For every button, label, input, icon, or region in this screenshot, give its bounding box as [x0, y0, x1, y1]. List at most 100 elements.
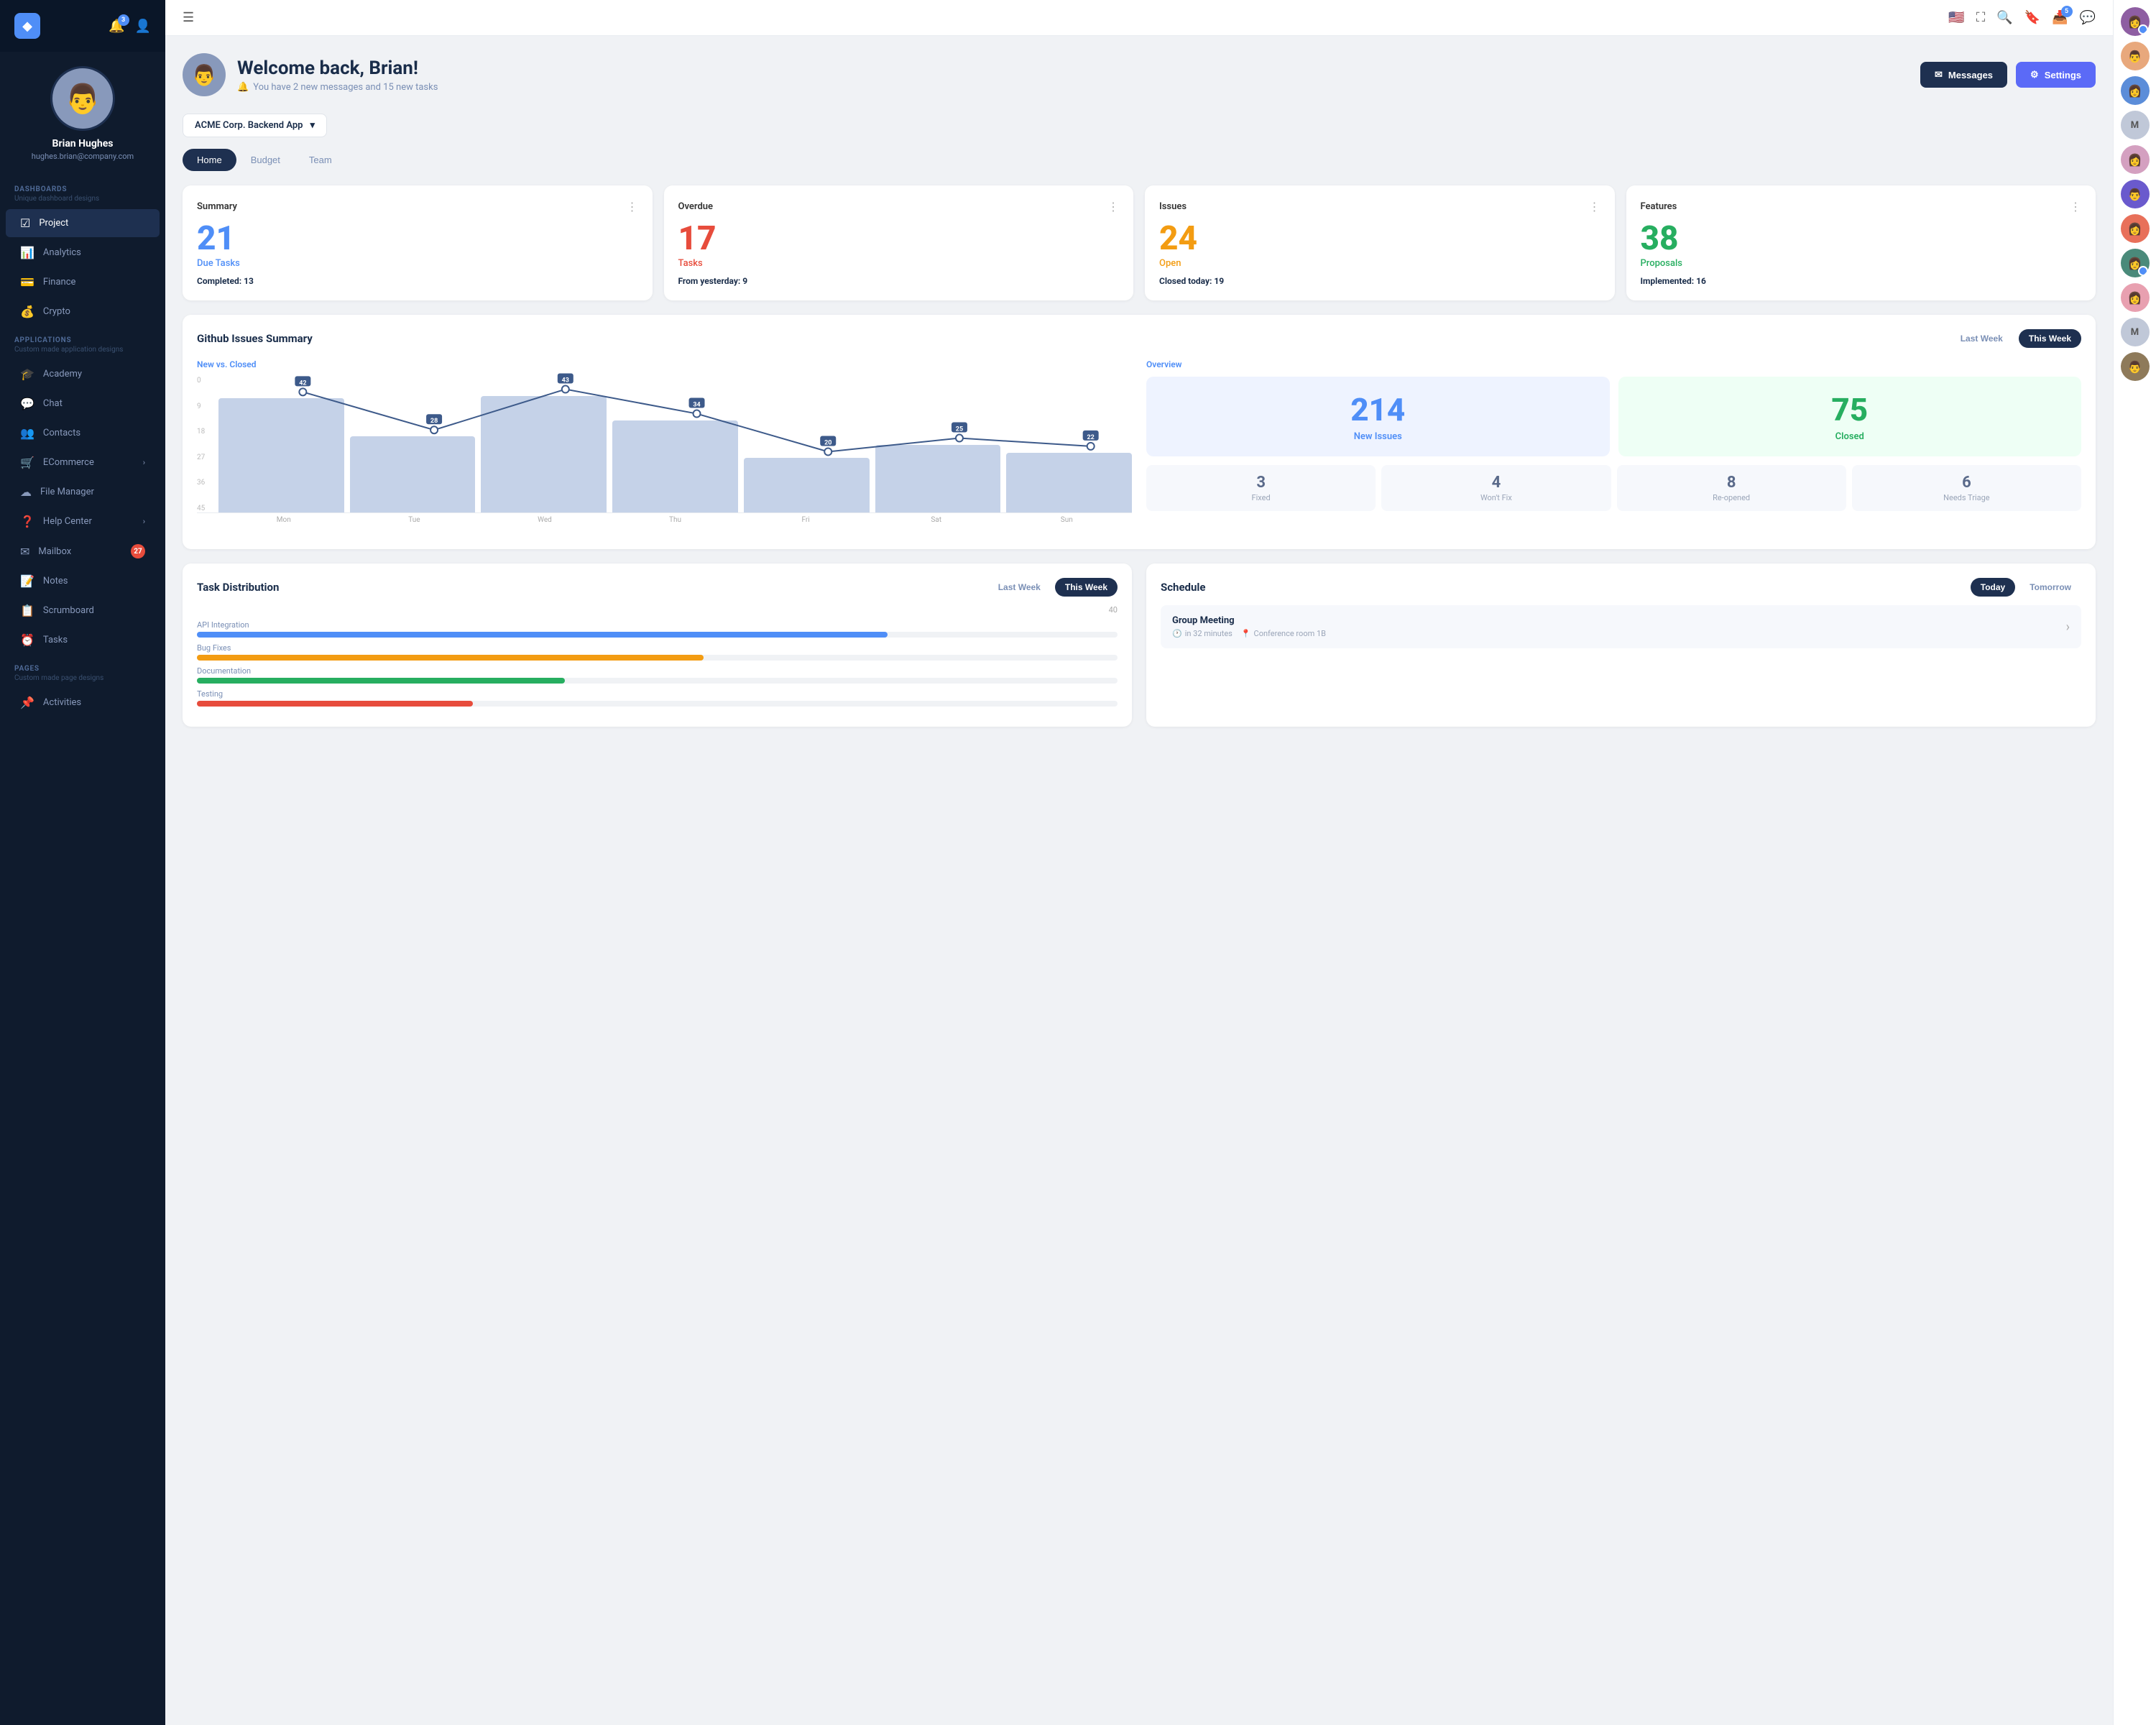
flag-icon[interactable]: 🇺🇸 — [1948, 10, 1964, 25]
bar-col-sun — [1006, 453, 1132, 512]
stats-row: Summary ⋮ 21 Due Tasks Completed: 13 Ove… — [183, 185, 2096, 300]
bar-fill — [218, 398, 344, 512]
notification-icon[interactable]: 🔔 3 — [109, 19, 124, 34]
right-avatar-3[interactable]: 👩 — [2121, 76, 2150, 105]
messages-button[interactable]: ✉ Messages — [1920, 62, 2007, 88]
ecommerce-icon: 🛒 — [20, 456, 34, 469]
task-last-week-button[interactable]: Last Week — [988, 578, 1051, 597]
sidebar-item-finance[interactable]: 💳 Finance — [6, 268, 160, 296]
search-icon[interactable]: 🔍 — [1996, 10, 2012, 25]
overdue-menu-icon[interactable]: ⋮ — [1107, 200, 1119, 213]
bar-col-mon — [218, 398, 344, 512]
chevron-down-icon: ▾ — [310, 120, 315, 131]
task-dist-toggle: Last Week This Week — [988, 578, 1118, 597]
sidebar-item-label: Tasks — [43, 635, 68, 645]
right-panel: 👩 👨 👩 M 👩 👨 👩 👩 👩 M 👨 — [2113, 0, 2156, 1725]
sidebar-item-label: Activities — [43, 697, 81, 708]
sidebar-item-label: Analytics — [43, 247, 81, 258]
fullscreen-icon[interactable]: ⛶ — [1976, 10, 1986, 25]
right-avatar-5[interactable]: 👩 — [2121, 145, 2150, 174]
features-menu-icon[interactable]: ⋮ — [2070, 200, 2081, 213]
location-icon: 📍 Conference room 1B — [1241, 629, 1326, 638]
chat-icon[interactable]: 💬 — [2080, 10, 2096, 25]
bar-col-wed — [481, 396, 607, 512]
stat-label-features: Proposals — [1641, 258, 2082, 269]
needs-triage-stat: 6 Needs Triage — [1852, 465, 2081, 511]
pages-sublabel: Custom made page designs — [0, 674, 165, 688]
sidebar-item-chat[interactable]: 💬 Chat — [6, 390, 160, 418]
horiz-bar-track — [197, 701, 1118, 707]
today-button[interactable]: Today — [1971, 578, 2015, 597]
sidebar-item-tasks[interactable]: ⏰ Tasks — [6, 626, 160, 654]
last-week-button[interactable]: Last Week — [1950, 329, 2013, 348]
right-avatar-2[interactable]: 👨 — [2121, 42, 2150, 70]
bar-chart-inner: 45 36 27 18 9 0 42284334202522 — [197, 377, 1132, 513]
sidebar-item-help-center[interactable]: ❓ Help Center › — [6, 507, 160, 535]
inbox-icon[interactable]: 📥 5 — [2052, 10, 2068, 25]
settings-button[interactable]: ⚙ Settings — [2016, 62, 2096, 88]
welcome-actions: ✉ Messages ⚙ Settings — [1920, 62, 2096, 88]
horiz-label: API Integration — [197, 620, 1118, 630]
crypto-icon: 💰 — [20, 305, 34, 318]
right-avatar-4[interactable]: M — [2121, 111, 2150, 139]
new-issues-number: 214 — [1350, 391, 1405, 428]
dashboards-sublabel: Unique dashboard designs — [0, 195, 165, 208]
closed-number: 75 — [1831, 391, 1868, 428]
right-avatar-1[interactable]: 👩 — [2121, 7, 2150, 36]
chevron-right-icon[interactable]: › — [2066, 620, 2070, 635]
horiz-bar-row-3: Testing — [197, 689, 1118, 707]
right-avatar-9[interactable]: 👩 — [2121, 283, 2150, 312]
chevron-right-icon: › — [143, 517, 145, 526]
activities-icon: 📌 — [20, 696, 34, 709]
sidebar-item-file-manager[interactable]: ☁ File Manager — [6, 478, 160, 506]
right-avatar-7[interactable]: 👩 — [2121, 214, 2150, 243]
tab-budget[interactable]: Budget — [236, 149, 295, 171]
analytics-icon: 📊 — [20, 246, 34, 259]
user-profile-icon[interactable]: 👤 — [135, 19, 151, 34]
sidebar-item-analytics[interactable]: 📊 Analytics — [6, 239, 160, 267]
svg-text:28: 28 — [430, 418, 438, 425]
sidebar-item-contacts[interactable]: 👥 Contacts — [6, 419, 160, 447]
project-selector-label: ACME Corp. Backend App — [195, 120, 303, 131]
this-week-button[interactable]: This Week — [2019, 329, 2081, 348]
closed-card: 75 Closed — [1618, 377, 2082, 456]
sidebar-item-academy[interactable]: 🎓 Academy — [6, 360, 160, 388]
right-avatar-8[interactable]: 👩 — [2121, 249, 2150, 277]
right-avatar-6[interactable]: 👨 — [2121, 180, 2150, 208]
tab-home[interactable]: Home — [183, 149, 236, 171]
bottom-row: Task Distribution Last Week This Week 40… — [183, 564, 2096, 741]
sidebar-item-crypto[interactable]: 💰 Crypto — [6, 298, 160, 326]
github-chart-container: New vs. Closed 45 36 27 18 9 0 — [197, 359, 1132, 535]
project-selector[interactable]: ACME Corp. Backend App ▾ — [183, 114, 327, 137]
overview-bottom-stats: 3 Fixed 4 Won't Fix 8 Re-opened 6 — [1146, 465, 2081, 511]
sidebar-item-activities[interactable]: 📌 Activities — [6, 689, 160, 717]
right-avatar-10[interactable]: M — [2121, 318, 2150, 346]
menu-icon[interactable]: ☰ — [183, 10, 194, 25]
sidebar-item-mailbox[interactable]: ✉ Mailbox 27 — [6, 537, 160, 566]
sidebar-item-label: Contacts — [43, 428, 80, 438]
sidebar-item-scrumboard[interactable]: 📋 Scrumboard — [6, 597, 160, 625]
bookmark-icon[interactable]: 🔖 — [2024, 10, 2040, 25]
stat-title-summary: Summary — [197, 201, 237, 212]
bar-col-tue — [350, 436, 476, 512]
sidebar-item-ecommerce[interactable]: 🛒 ECommerce › — [6, 448, 160, 477]
right-avatar-11[interactable]: 👨 — [2121, 352, 2150, 381]
tab-team[interactable]: Team — [295, 149, 346, 171]
tomorrow-button[interactable]: Tomorrow — [2019, 578, 2081, 597]
horiz-bar-track — [197, 655, 1118, 661]
sidebar-item-label: Scrumboard — [43, 605, 94, 616]
horiz-bar-track — [197, 632, 1118, 638]
stat-sub-issues: Closed today: 19 — [1159, 276, 1600, 286]
svg-text:25: 25 — [956, 426, 963, 433]
app-logo[interactable]: ◆ — [14, 13, 40, 39]
stat-title-overdue: Overdue — [678, 201, 714, 212]
horiz-label: Bug Fixes — [197, 643, 1118, 653]
sidebar-item-notes[interactable]: 📝 Notes — [6, 567, 160, 595]
new-issues-label: New Issues — [1354, 431, 1402, 442]
sidebar-item-project[interactable]: ☑ Project — [6, 209, 160, 237]
applications-sublabel: Custom made application designs — [0, 346, 165, 359]
sidebar-item-label: Finance — [43, 277, 75, 288]
task-this-week-button[interactable]: This Week — [1055, 578, 1118, 597]
summary-menu-icon[interactable]: ⋮ — [627, 200, 638, 213]
issues-menu-icon[interactable]: ⋮ — [1589, 200, 1600, 213]
